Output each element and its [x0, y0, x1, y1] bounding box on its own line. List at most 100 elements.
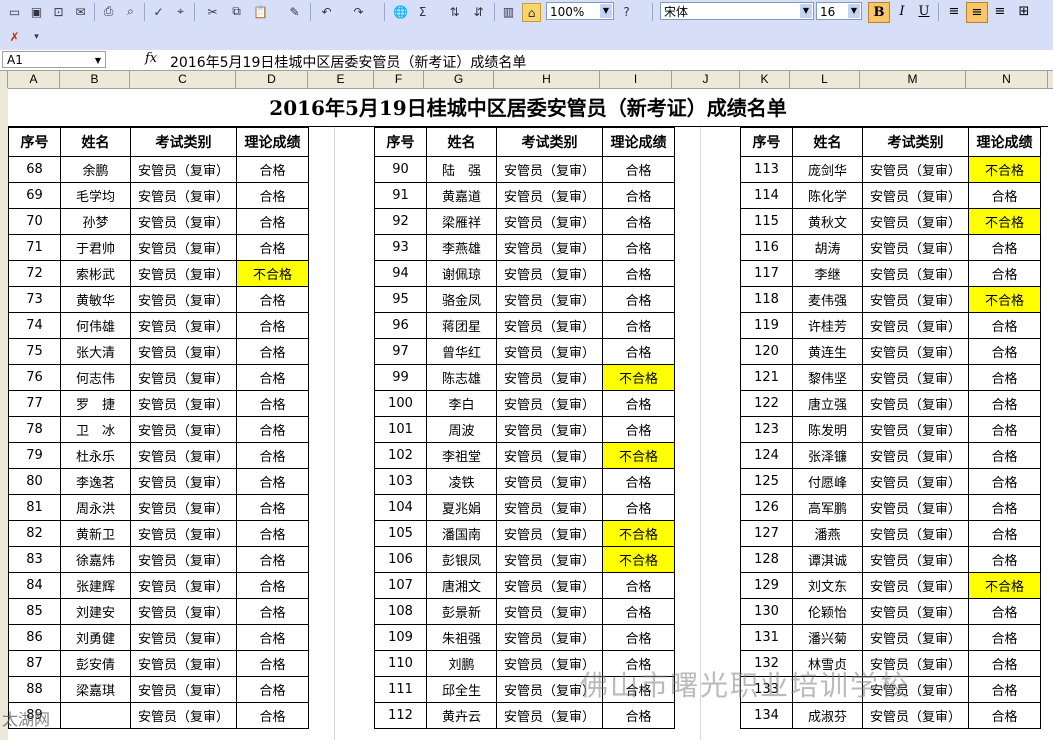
cell-row-number[interactable]: 128 [740, 546, 793, 573]
cell-theory-result[interactable]: 合格 [236, 156, 309, 183]
cell-theory-result[interactable]: 合格 [236, 286, 309, 313]
cell-row-number[interactable]: 126 [740, 494, 793, 521]
redo-icon[interactable]: ↷ [350, 3, 367, 20]
cell-exam-type[interactable]: 安管员（复审） [130, 234, 237, 261]
cell-theory-result[interactable]: 合格 [236, 702, 309, 729]
cell-row-number[interactable]: 127 [740, 520, 793, 547]
cell-theory-result[interactable]: 合格 [236, 468, 309, 495]
cell-exam-type[interactable]: 安管员（复审） [496, 312, 603, 339]
sheet-title[interactable]: 2016年5月19日桂城中区居委安管员（新考证）成绩名单 [8, 88, 1048, 127]
permission-icon[interactable]: ⊡ [50, 3, 67, 20]
cell-exam-type[interactable]: 安管员（复审） [862, 546, 969, 573]
help-icon[interactable]: ? [618, 3, 635, 20]
cell-row-number[interactable]: 75 [8, 338, 61, 365]
cell-theory-result[interactable]: 合格 [968, 520, 1041, 547]
column-header-a[interactable]: A [8, 71, 60, 88]
fx-icon[interactable]: fx [145, 51, 157, 66]
cell-row-number[interactable]: 119 [740, 312, 793, 339]
cell-exam-type[interactable]: 安管员（复审） [496, 390, 603, 417]
header-name[interactable]: 姓名 [792, 127, 863, 157]
align-center-icon[interactable]: ≡ [966, 2, 988, 23]
cell-name[interactable]: 李祖堂 [426, 442, 497, 469]
cell-exam-type[interactable]: 安管员（复审） [496, 572, 603, 599]
font-size-combo[interactable]: 16 ▼ [816, 2, 862, 20]
cell-row-number[interactable]: 125 [740, 468, 793, 495]
cell-theory-result[interactable]: 合格 [968, 468, 1041, 495]
cell-name[interactable]: 邱全生 [426, 676, 497, 703]
cell-name[interactable]: 朱祖强 [426, 624, 497, 651]
cell-theory-result[interactable]: 合格 [968, 624, 1041, 651]
cell-exam-type[interactable]: 安管员（复审） [496, 702, 603, 729]
cell-name[interactable]: 伦颖怡 [792, 598, 863, 625]
cell-row-number[interactable]: 112 [374, 702, 427, 729]
cell-theory-result[interactable]: 不合格 [602, 546, 675, 573]
column-header-h[interactable]: H [494, 71, 600, 88]
zoom-combo[interactable]: 100% ▼ [546, 2, 614, 20]
cell-name[interactable]: 蒋团星 [426, 312, 497, 339]
cell-exam-type[interactable]: 安管员（复审） [862, 468, 969, 495]
header-name[interactable]: 姓名 [426, 127, 497, 157]
cell-name[interactable]: 索彬武 [60, 260, 131, 287]
cell-name[interactable]: 陈化学 [792, 182, 863, 209]
column-header-n[interactable]: N [966, 71, 1048, 88]
cell-theory-result[interactable]: 合格 [968, 416, 1041, 443]
cell-exam-type[interactable]: 安管员（复审） [130, 312, 237, 339]
cell-theory-result[interactable]: 合格 [602, 468, 675, 495]
cell-theory-result[interactable]: 合格 [236, 572, 309, 599]
cell-exam-type[interactable]: 安管员（复审） [496, 468, 603, 495]
cell-theory-result[interactable]: 合格 [602, 338, 675, 365]
cell-exam-type[interactable]: 安管员（复审） [130, 572, 237, 599]
drawing-icon[interactable]: ⌂ [522, 3, 541, 22]
cell-exam-type[interactable]: 安管员（复审） [130, 182, 237, 209]
cell-row-number[interactable]: 101 [374, 416, 427, 443]
cell-theory-result[interactable]: 合格 [602, 208, 675, 235]
cell-name[interactable]: 李白 [426, 390, 497, 417]
cell-theory-result[interactable]: 合格 [602, 260, 675, 287]
cell-name[interactable]: 高军鹏 [792, 494, 863, 521]
cell-theory-result[interactable]: 不合格 [968, 572, 1041, 599]
cell-exam-type[interactable]: 安管员（复审） [130, 468, 237, 495]
cell-row-number[interactable]: 124 [740, 442, 793, 469]
cell-name[interactable]: 周永洪 [60, 494, 131, 521]
cell-theory-result[interactable]: 合格 [968, 364, 1041, 391]
cell-theory-result[interactable]: 合格 [602, 182, 675, 209]
cell-theory-result[interactable]: 合格 [602, 156, 675, 183]
cell-theory-result[interactable]: 合格 [602, 234, 675, 261]
cell-name[interactable]: 彭景新 [426, 598, 497, 625]
cell-name[interactable]: 何伟雄 [60, 312, 131, 339]
cell-name[interactable]: 唐湘文 [426, 572, 497, 599]
cell-exam-type[interactable]: 安管员（复审） [862, 208, 969, 235]
cell-theory-result[interactable]: 合格 [236, 312, 309, 339]
cell-row-number[interactable]: 77 [8, 390, 61, 417]
cell-name[interactable]: 卫 冰 [60, 416, 131, 443]
cell-name[interactable]: 徐嘉炜 [60, 546, 131, 573]
cell-exam-type[interactable]: 安管员（复审） [130, 156, 237, 183]
email-icon[interactable]: ✉ [72, 3, 89, 20]
cell-row-number[interactable]: 84 [8, 572, 61, 599]
merge-center-icon[interactable]: ⊞ [1014, 2, 1034, 21]
hyperlink-icon[interactable]: 🌐 [392, 3, 409, 20]
cell-theory-result[interactable]: 合格 [236, 338, 309, 365]
cell-theory-result[interactable]: 合格 [236, 234, 309, 261]
cell-exam-type[interactable]: 安管员（复审） [130, 624, 237, 651]
cell-theory-result[interactable]: 合格 [236, 676, 309, 703]
cell-theory-result[interactable]: 不合格 [968, 286, 1041, 313]
cell-exam-type[interactable]: 安管员（复审） [862, 286, 969, 313]
cell-theory-result[interactable]: 合格 [236, 650, 309, 677]
cell-exam-type[interactable]: 安管员（复审） [130, 676, 237, 703]
cell-theory-result[interactable]: 合格 [602, 494, 675, 521]
cell-row-number[interactable]: 72 [8, 260, 61, 287]
cell-name[interactable]: 胡涛 [792, 234, 863, 261]
cell-theory-result[interactable]: 合格 [602, 624, 675, 651]
cell-exam-type[interactable]: 安管员（复审） [862, 234, 969, 261]
cell-exam-type[interactable]: 安管员（复审） [862, 598, 969, 625]
cell-name[interactable]: 骆金凤 [426, 286, 497, 313]
cell-name[interactable]: 潘兴菊 [792, 624, 863, 651]
cell-exam-type[interactable]: 安管员（复审） [496, 494, 603, 521]
cell-row-number[interactable]: 107 [374, 572, 427, 599]
sort-ascending-icon[interactable]: ⇅ [446, 3, 463, 20]
cell-row-number[interactable]: 103 [374, 468, 427, 495]
cell-name[interactable] [60, 702, 131, 729]
cell-theory-result[interactable]: 合格 [602, 312, 675, 339]
cell-name[interactable]: 谭淇诚 [792, 546, 863, 573]
